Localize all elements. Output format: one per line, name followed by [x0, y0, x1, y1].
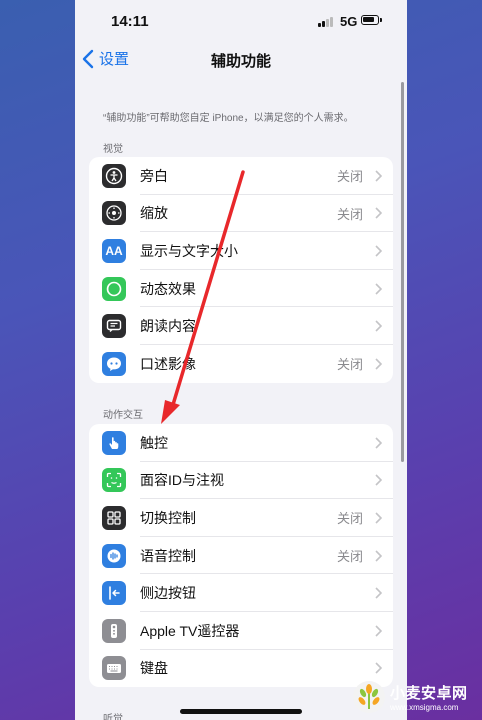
row-label: 语音控制: [140, 547, 196, 564]
signal-icon: [318, 17, 336, 27]
row-display-text-size[interactable]: AA 显示与文字大小: [89, 232, 393, 270]
row-voice-control[interactable]: 语音控制 关闭: [89, 537, 393, 575]
watermark: 小麦安卓网 www.xmsigma.com: [352, 676, 477, 718]
keyboard-icon: [102, 656, 126, 681]
motion-icon: [102, 276, 126, 301]
row-touch[interactable]: 触控: [89, 424, 393, 462]
row-spoken-content[interactable]: 朗读内容: [89, 307, 393, 345]
zoom-icon: [102, 201, 126, 226]
watermark-name: 小麦安卓网: [390, 685, 468, 702]
row-label: Apple TV遥控器: [140, 622, 240, 639]
row-label: 缩放: [140, 205, 168, 222]
chevron-right-icon: [375, 512, 382, 524]
section-header-interaction: 动作交互: [103, 410, 143, 421]
watermark-url: www.xmsigma.com: [390, 703, 459, 712]
switch-control-icon: [102, 505, 126, 530]
spoken-content-icon: [102, 314, 126, 339]
row-switch-control[interactable]: 切换控制 关闭: [89, 499, 393, 537]
row-label: 触控: [140, 434, 168, 451]
chevron-right-icon: [375, 437, 382, 449]
nav-bar: 设置 辅助功能: [75, 44, 407, 76]
chevron-right-icon: [375, 283, 382, 295]
chevron-right-icon: [375, 625, 382, 637]
row-value: 关闭: [336, 549, 363, 565]
row-audio-descriptions[interactable]: 口述影像 关闭: [89, 345, 393, 383]
row-value: 关闭: [336, 206, 363, 222]
chevron-right-icon: [375, 320, 382, 332]
group-vision: 旁白 关闭 缩放 关闭 AA 显示与文字大小 动态效果 朗读内容 口述影像 关闭: [89, 157, 393, 383]
row-zoom[interactable]: 缩放 关闭: [89, 195, 393, 233]
display-text-size-icon: AA: [102, 238, 126, 263]
chevron-right-icon: [375, 662, 382, 674]
network-type: 5G: [340, 14, 358, 29]
chevron-right-icon: [375, 474, 382, 486]
status-time: 14:11: [111, 13, 149, 30]
scrollbar[interactable]: [401, 82, 404, 462]
chevron-right-icon: [375, 207, 382, 219]
row-side-button[interactable]: 侧边按钮: [89, 574, 393, 612]
row-label: 动态效果: [140, 280, 196, 297]
apple-tv-remote-icon: [102, 618, 126, 643]
site-logo-icon: [353, 681, 385, 713]
row-label: 旁白: [140, 167, 168, 184]
row-label: 键盘: [140, 660, 168, 677]
chevron-right-icon: [375, 170, 382, 182]
chevron-right-icon: [375, 358, 382, 370]
row-keyboard[interactable]: 键盘: [89, 650, 393, 688]
row-voiceover[interactable]: 旁白 关闭: [89, 157, 393, 195]
page-title: 辅助功能: [210, 53, 271, 70]
row-value: 关闭: [336, 357, 363, 373]
group-interaction: 触控 面容ID与注视 切换控制 关闭 语音控制 关闭 侧边按钮 Apple TV…: [89, 424, 393, 688]
touch-icon: [102, 430, 126, 455]
page-description: “辅助功能”可帮助您自定 iPhone，以满足您的个人需求。: [103, 113, 354, 124]
phone-screen: 14:11 5G 设置 辅助功能 “辅助功能”可帮助您自定 iPhone，以满足…: [75, 0, 407, 720]
row-value: 关闭: [336, 169, 363, 185]
row-apple-tv-remote[interactable]: Apple TV遥控器: [89, 612, 393, 650]
row-face-id[interactable]: 面容ID与注视: [89, 462, 393, 500]
row-label: 显示与文字大小: [140, 242, 238, 259]
status-bar: 14:11 5G: [75, 0, 407, 44]
section-header-hearing: 听觉: [103, 714, 123, 720]
row-value: 关闭: [336, 511, 363, 527]
row-label: 口述影像: [140, 355, 196, 372]
home-indicator[interactable]: [180, 709, 302, 714]
side-button-icon: [102, 581, 126, 606]
row-label: 面容ID与注视: [140, 472, 224, 489]
row-label: 朗读内容: [140, 318, 196, 335]
row-label: 切换控制: [140, 509, 196, 526]
battery-icon: [361, 15, 382, 25]
face-id-icon: [102, 468, 126, 493]
row-label: 侧边按钮: [140, 585, 196, 602]
chevron-right-icon: [375, 245, 382, 257]
voiceover-icon: [102, 163, 126, 188]
watermark-text: 小麦安卓网 www.xmsigma.com: [390, 682, 468, 712]
audio-descriptions-icon: [102, 351, 126, 376]
voice-control-icon: [102, 543, 126, 568]
section-header-vision: 视觉: [103, 144, 123, 155]
chevron-right-icon: [375, 550, 382, 562]
row-motion[interactable]: 动态效果: [89, 270, 393, 308]
chevron-right-icon: [375, 587, 382, 599]
